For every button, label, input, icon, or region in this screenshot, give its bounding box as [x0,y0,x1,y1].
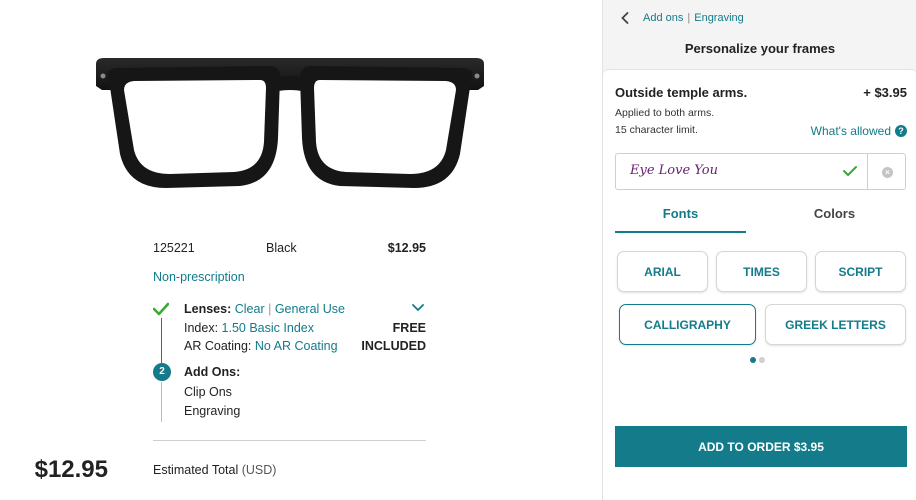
whats-allowed-label: What's allowed [810,124,891,138]
product-sku: 125221 [153,241,195,255]
check-icon [153,302,169,316]
estimated-total-amount: $12.95 [34,456,108,483]
addon-item: Engraving [184,404,241,418]
index-value: 1.50 Basic Index [221,320,314,335]
lenses-value: Clear [234,302,265,316]
total-label-text: Estimated Total [153,463,239,477]
personalize-panel: Add ons | Engraving Personalize your fra… [602,0,916,500]
chevron-down-icon[interactable] [412,302,424,312]
tab-fonts[interactable]: Fonts [615,206,746,221]
index-line: Index: 1.50 Basic Index FREE [184,319,426,338]
engraving-card: Outside temple arms. + $3.95 Applied to … [603,69,916,500]
tab-colors[interactable]: Colors [769,206,900,221]
add-to-order-button[interactable]: ADD TO ORDER $3.95 [615,426,907,467]
breadcrumb-separator: | [687,12,691,24]
step-connector [161,382,162,422]
breadcrumb: Add ons | Engraving [621,12,744,24]
addons-step: Add Ons: Clip Ons Engraving [184,363,240,422]
font-option-times[interactable]: TIMES [716,251,807,292]
ar-coating-label: AR Coating: [184,339,252,353]
font-option-arial[interactable]: ARIAL [617,251,708,292]
carousel-dot[interactable] [759,357,765,363]
carousel-dots [750,357,765,363]
help-icon: ? [895,125,907,137]
engraving-input[interactable]: Eye Love You [615,153,867,190]
lenses-usage: General Use [274,302,346,316]
product-color: Black [266,241,297,255]
check-icon [843,166,857,176]
active-tab-indicator [615,231,746,233]
clear-icon: × [882,167,893,178]
option-note: Applied to both arms. [615,107,715,119]
engraving-text: Eye Love You [630,163,718,178]
addon-item: Clip Ons [184,384,232,399]
clear-button[interactable]: × [867,153,906,190]
addons-label: Add Ons: [184,365,241,379]
panel-title: Personalize your frames [684,41,836,56]
option-price: + $3.95 [863,85,907,100]
index-label: Index: [184,320,219,335]
character-limit-note: 15 character limit. [615,124,698,136]
eyeglasses-image [96,58,484,188]
carousel-dot-active[interactable] [750,357,756,363]
ar-coating-value: No AR Coating [254,339,338,353]
ar-coating-price: INCLUDED [361,339,426,353]
divider [153,440,426,441]
font-option-script[interactable]: SCRIPT [815,251,906,292]
lenses-line[interactable]: Lenses: Clear | General Use [184,300,426,319]
lenses-separator: | [268,302,272,316]
lenses-step: Lenses: Clear | General Use Index: 1.50 … [184,300,426,356]
lenses-label: Lenses: [184,302,232,316]
breadcrumb-addons[interactable]: Add ons [643,12,683,24]
whats-allowed-link[interactable]: What's allowed ? [811,124,907,138]
font-option-calligraphy[interactable]: CALLIGRAPHY [619,304,756,345]
step-number-badge: 2 [153,363,171,381]
estimated-total-label: Estimated Total (USD) [153,463,276,477]
index-price: FREE [392,320,426,335]
total-currency: (USD) [241,463,277,477]
back-arrow-icon[interactable] [621,12,629,24]
option-title: Outside temple arms. [615,85,748,100]
ar-coating-line: AR Coating: No AR Coating INCLUDED [184,337,426,356]
product-row: 125221 Black $12.95 [153,240,426,256]
product-price: $12.95 [387,241,426,255]
font-option-greek-letters[interactable]: GREEK LETTERS [765,304,906,345]
breadcrumb-engraving[interactable]: Engraving [694,12,744,24]
prescription-type[interactable]: Non-prescription [153,270,245,284]
order-summary-panel: 125221 Black $12.95 Non-prescription 2 L… [0,0,600,500]
